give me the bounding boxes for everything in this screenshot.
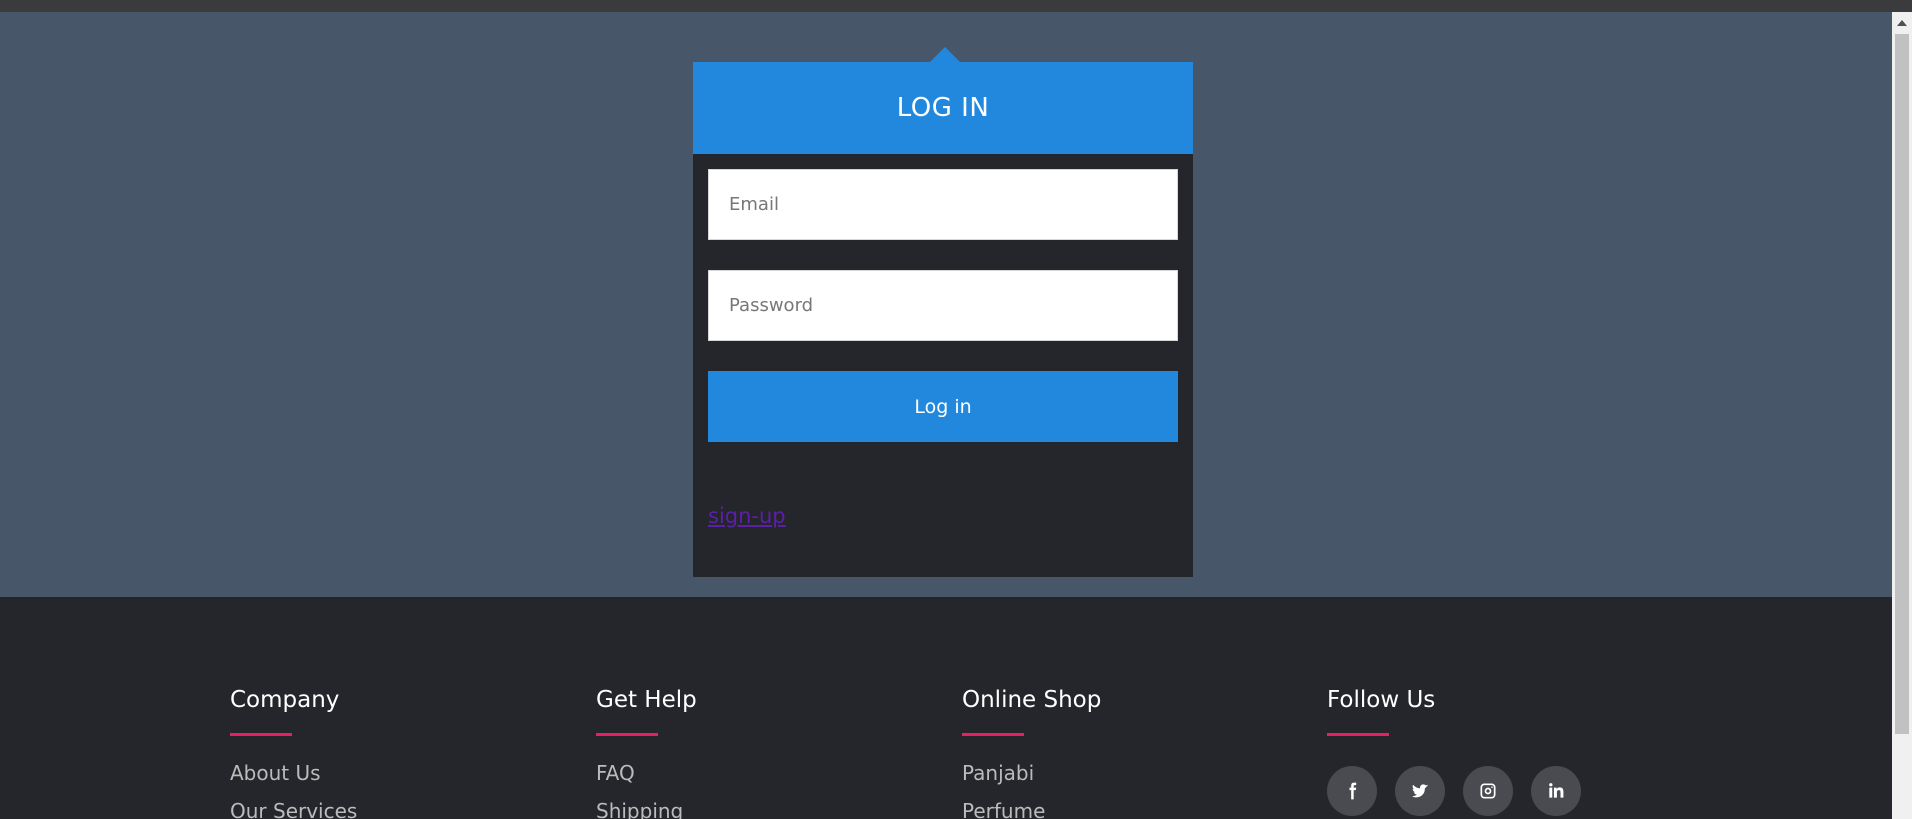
- login-button[interactable]: Log in: [708, 371, 1178, 442]
- title-underline: [962, 733, 1024, 736]
- footer-link-perfume[interactable]: Perfume: [962, 798, 1282, 819]
- login-notch: [930, 47, 960, 62]
- scrollbar-thumb[interactable]: [1895, 34, 1909, 734]
- footer-column-title: Company: [230, 687, 340, 713]
- footer-column-title: Follow Us: [1327, 687, 1436, 713]
- signup-link[interactable]: sign-up: [708, 504, 786, 528]
- twitter-icon[interactable]: [1395, 766, 1445, 816]
- linkedin-icon[interactable]: [1531, 766, 1581, 816]
- footer-column-get-help: Get Help FAQ Shipping: [596, 687, 916, 819]
- login-panel: LOG IN Log in sign-up: [693, 62, 1193, 577]
- email-field[interactable]: [708, 169, 1178, 240]
- footer-column-title: Get Help: [596, 687, 697, 713]
- page-scrollbar[interactable]: [1892, 12, 1912, 819]
- footer-link-our-services[interactable]: Our Services: [230, 798, 550, 819]
- facebook-icon[interactable]: [1327, 766, 1377, 816]
- footer: Company About Us Our Services Get Help F…: [0, 597, 1892, 819]
- instagram-icon[interactable]: [1463, 766, 1513, 816]
- password-field[interactable]: [708, 270, 1178, 341]
- title-underline: [230, 733, 292, 736]
- footer-link-about-us[interactable]: About Us: [230, 760, 550, 786]
- login-title: LOG IN: [693, 62, 1193, 154]
- footer-column-title: Online Shop: [962, 687, 1102, 713]
- footer-column-company: Company About Us Our Services: [230, 687, 550, 819]
- scroll-up-arrow-icon[interactable]: [1897, 20, 1907, 26]
- footer-link-panjabi[interactable]: Panjabi: [962, 760, 1282, 786]
- footer-column-follow-us: Follow Us: [1327, 687, 1647, 816]
- title-underline: [1327, 733, 1389, 736]
- footer-column-online-shop: Online Shop Panjabi Perfume: [962, 687, 1282, 819]
- browser-top-bar: [0, 0, 1912, 12]
- footer-link-faq[interactable]: FAQ: [596, 760, 916, 786]
- footer-link-shipping[interactable]: Shipping: [596, 798, 916, 819]
- title-underline: [596, 733, 658, 736]
- social-links: [1327, 766, 1647, 816]
